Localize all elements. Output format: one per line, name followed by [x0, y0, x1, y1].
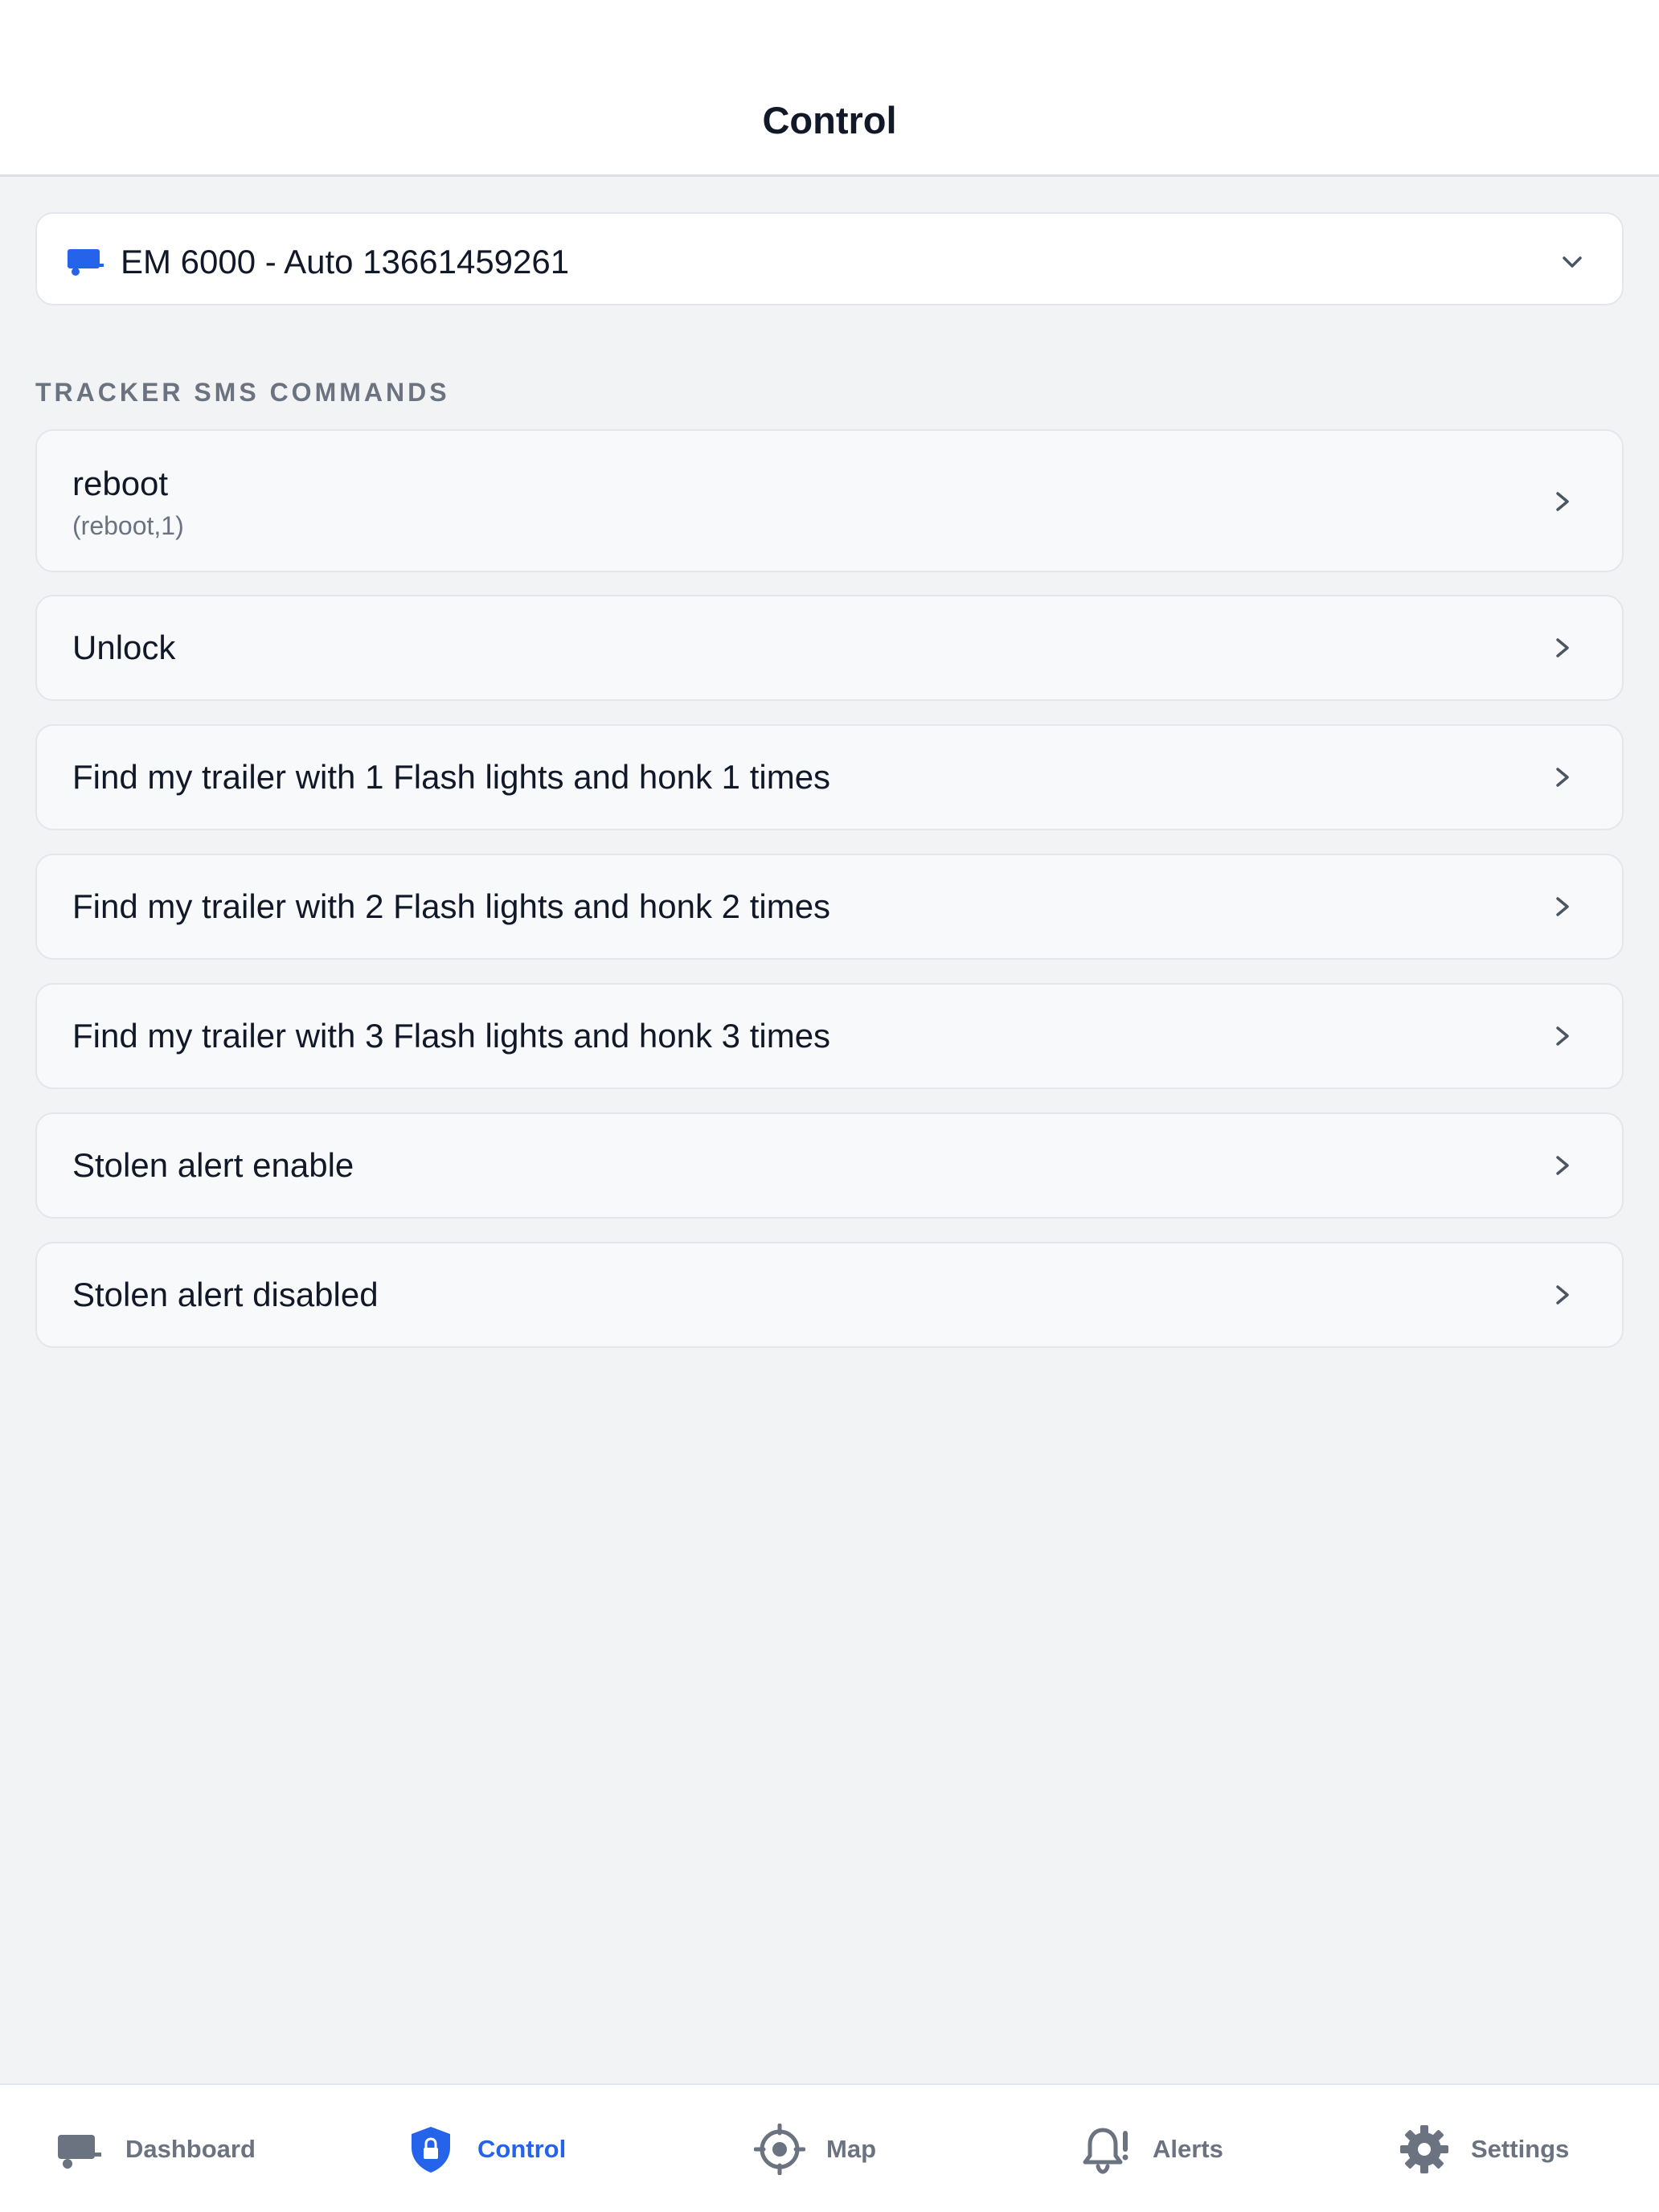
- crosshair-icon: [754, 2124, 805, 2175]
- command-title: Stolen alert disabled: [72, 1276, 379, 1313]
- gear-icon: [1400, 2125, 1448, 2173]
- chevron-right-icon: [1556, 897, 1569, 916]
- command-subtitle: (reboot,1): [72, 511, 184, 540]
- command-title: Find my trailer with 3 Flash lights and …: [72, 1017, 831, 1055]
- tab-label: Map: [826, 2135, 876, 2163]
- command-title: Find my trailer with 1 Flash lights and …: [72, 758, 831, 796]
- tab-label: Dashboard: [125, 2135, 256, 2163]
- chevron-right-icon: [1556, 1285, 1569, 1305]
- command-row-find-3[interactable]: Find my trailer with 3 Flash lights and …: [35, 983, 1624, 1089]
- command-row-unlock[interactable]: Unlock: [35, 595, 1624, 701]
- chevron-right-icon: [1556, 492, 1569, 511]
- command-title: Unlock: [72, 629, 176, 666]
- command-row-find-1[interactable]: Find my trailer with 1 Flash lights and …: [35, 724, 1624, 830]
- command-title: Find my trailer with 2 Flash lights and …: [72, 887, 831, 925]
- bell-alert-icon: [1083, 2128, 1129, 2174]
- device-selector-label: EM 6000 - Auto 13661459261: [121, 243, 570, 281]
- section-title: TRACKER SMS COMMANDS: [35, 378, 450, 407]
- chevron-right-icon: [1556, 768, 1569, 787]
- command-row-reboot[interactable]: reboot (reboot,1): [35, 429, 1624, 572]
- tab-alerts[interactable]: Alerts: [1080, 2119, 1223, 2180]
- command-row-stolen-alert-disabled[interactable]: Stolen alert disabled: [35, 1242, 1624, 1348]
- command-row-stolen-alert-enable[interactable]: Stolen alert enable: [35, 1112, 1624, 1219]
- trailer-icon: [58, 2135, 101, 2169]
- tab-map[interactable]: Map: [754, 2119, 876, 2180]
- command-title: Stolen alert enable: [72, 1146, 354, 1184]
- page-title: Control: [762, 99, 897, 141]
- header-bar: Control: [0, 0, 1659, 177]
- chevron-down-icon: [1563, 256, 1582, 268]
- tab-label: Control: [477, 2135, 567, 2163]
- chevron-right-icon: [1556, 1026, 1569, 1046]
- command-row-find-2[interactable]: Find my trailer with 2 Flash lights and …: [35, 854, 1624, 960]
- tab-control[interactable]: Control: [405, 2119, 566, 2180]
- tab-label: Settings: [1471, 2135, 1570, 2163]
- chevron-right-icon: [1556, 1156, 1569, 1175]
- bottom-tab-bar: Dashboard Control Map Alerts Settings: [0, 2083, 1659, 2212]
- tab-settings[interactable]: Settings: [1399, 2119, 1569, 2180]
- tab-label: Alerts: [1153, 2135, 1223, 2163]
- command-title: reboot: [72, 465, 169, 502]
- device-selector[interactable]: EM 6000 - Auto 13661459261: [35, 212, 1624, 305]
- chevron-right-icon: [1556, 638, 1569, 657]
- shield-lock-icon: [412, 2127, 450, 2173]
- tab-dashboard[interactable]: Dashboard: [53, 2119, 256, 2180]
- trailer-icon: [68, 249, 104, 276]
